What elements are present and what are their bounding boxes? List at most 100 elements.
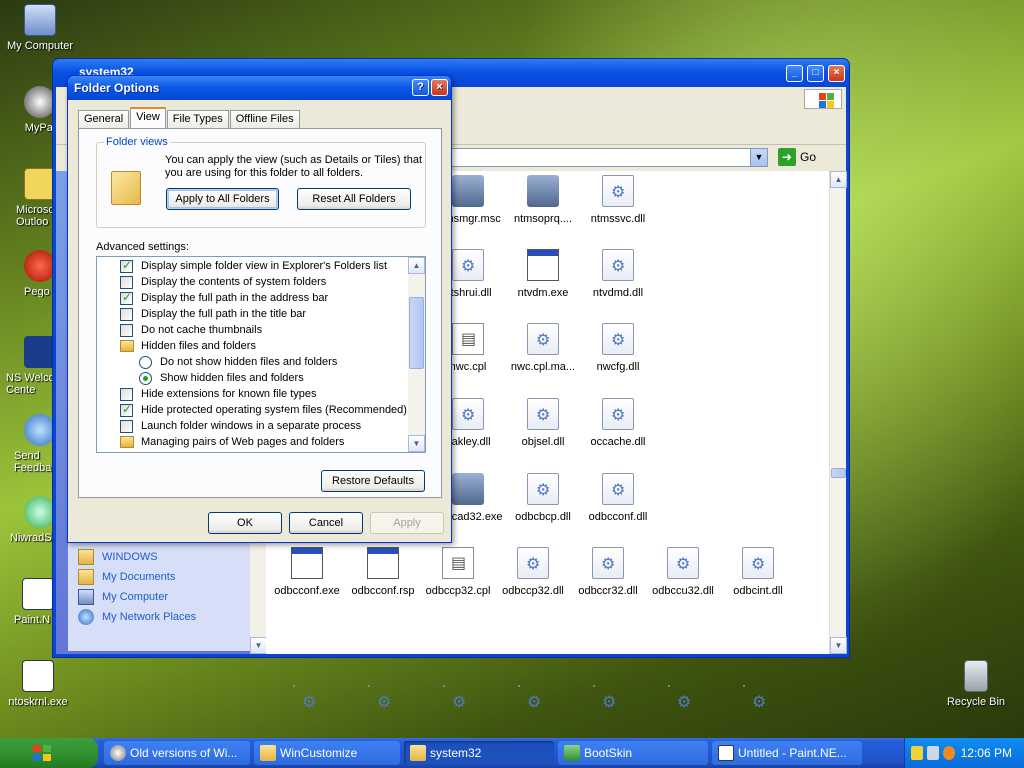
file-item[interactable]: odbccp32.dll (495, 547, 571, 597)
taskbar-item-old-versions[interactable]: Old versions of Wi... (104, 741, 250, 765)
taskbar-item-paint-net[interactable]: Untitled - Paint.NE... (712, 741, 862, 765)
dll-file-icon[interactable] (593, 685, 616, 712)
scroll-thumb[interactable] (831, 468, 846, 478)
ok-button[interactable]: OK (208, 512, 282, 534)
checkbox[interactable] (120, 290, 133, 305)
setting-row[interactable]: Do not show hidden files and folders (97, 354, 407, 370)
radio-button[interactable] (139, 371, 152, 385)
maximize-button[interactable]: □ (807, 65, 824, 82)
tab-general[interactable]: General (78, 110, 130, 128)
file-item[interactable]: objsel.dll (505, 398, 581, 448)
tab-offline-files[interactable]: Offline Files (229, 110, 300, 128)
file-item[interactable]: odbcconf.dll (580, 473, 656, 523)
go-button[interactable]: ➜ Go (778, 148, 840, 167)
setting-row[interactable]: Hide extensions for known file types (97, 386, 407, 402)
setting-row[interactable]: Managing pairs of Web pages and folders (97, 434, 407, 450)
settings-scrollbar[interactable]: ▲ ▼ (408, 257, 425, 452)
other-place-windows[interactable]: WINDOWS (78, 547, 240, 567)
setting-row[interactable]: Display simple folder view in Explorer's… (97, 258, 407, 274)
taskbar-item-wincustomize[interactable]: WinCustomize (254, 741, 400, 765)
tab-view[interactable]: View (130, 107, 166, 128)
file-item[interactable]: odbccu32.dll (645, 547, 721, 597)
folder-views-description: You can apply the view (such as Details … (165, 154, 423, 179)
scroll-down-arrow-icon[interactable]: ▼ (408, 435, 425, 452)
restore-defaults-button[interactable]: Restore Defaults (321, 470, 425, 492)
dll-file-icon[interactable] (668, 685, 691, 712)
cancel-button[interactable]: Cancel (289, 512, 363, 534)
dll-file-icon (602, 473, 634, 505)
other-place-my-network[interactable]: My Network Places (78, 607, 240, 627)
other-place-label: My Computer (102, 591, 169, 603)
file-item[interactable]: odbcint.dll (720, 547, 796, 597)
file-item[interactable]: nwcfg.dll (580, 323, 656, 373)
minimize-button[interactable]: _ (786, 65, 803, 82)
dll-file-icon[interactable] (518, 685, 541, 712)
network-icon[interactable] (927, 746, 939, 760)
tab-file-types[interactable]: File Types (166, 110, 229, 128)
desktop-icon-niwrad[interactable]: NiwradS (10, 496, 56, 544)
checkbox[interactable] (120, 402, 133, 417)
folder-icon (410, 745, 426, 761)
scroll-down-arrow-icon[interactable]: ▼ (830, 637, 847, 654)
dll-file-icon[interactable] (443, 685, 466, 712)
scroll-down-arrow-icon[interactable]: ▼ (250, 637, 267, 654)
checkbox[interactable] (120, 419, 133, 433)
desktop-icon-recycle-bin[interactable]: Recycle Bin (936, 660, 1016, 708)
desktop-icon-welcome[interactable]: NS Welco Cente (6, 336, 56, 396)
scroll-thumb[interactable] (409, 297, 424, 369)
address-input[interactable]: ▼ (434, 148, 768, 167)
setting-row[interactable]: Display the contents of system folders (97, 274, 407, 290)
dll-file-icon[interactable] (293, 685, 316, 712)
desktop-icon-ntoskrnl[interactable]: ntoskrnl.exe (0, 660, 78, 708)
setting-row[interactable]: Launch folder windows in a separate proc… (97, 418, 407, 434)
apply-to-all-folders-button[interactable]: Apply to All Folders (166, 188, 279, 210)
setting-row[interactable]: Hide protected operating system files (R… (97, 402, 407, 418)
file-item[interactable]: ntmsoprq.... (505, 175, 581, 225)
file-item[interactable]: odbccr32.dll (570, 547, 646, 597)
checkbox[interactable] (120, 307, 133, 321)
setting-row[interactable]: Display the full path in the title bar (97, 306, 407, 322)
checkbox[interactable] (120, 258, 133, 273)
setting-row[interactable]: Show hidden files and folders (97, 370, 407, 386)
apply-button[interactable]: Apply (370, 512, 444, 534)
file-item[interactable]: ntvdmd.dll (580, 249, 656, 299)
file-item[interactable]: ntmssvc.dll (580, 175, 656, 225)
radio-button[interactable] (139, 355, 152, 369)
other-place-my-documents[interactable]: My Documents (78, 567, 240, 587)
file-item[interactable]: nwc.cpl.ma... (505, 323, 581, 373)
file-item[interactable]: occache.dll (580, 398, 656, 448)
other-place-my-computer[interactable]: My Computer (78, 587, 240, 607)
file-item[interactable]: odbccp32.cpl (420, 547, 496, 597)
scroll-up-arrow-icon[interactable]: ▲ (830, 171, 847, 188)
dialog-close-button[interactable]: × (431, 79, 448, 96)
desktop-icon-my-computer[interactable]: My Computer (0, 4, 80, 52)
file-item[interactable]: odbcbcp.dll (505, 473, 581, 523)
security-shield-icon[interactable] (911, 746, 923, 760)
close-button[interactable]: × (828, 65, 845, 82)
help-button[interactable]: ? (412, 79, 429, 96)
checkbox[interactable] (120, 275, 133, 289)
taskbar-item-bootskin[interactable]: BootSkin (558, 741, 708, 765)
dll-file-icon[interactable] (743, 685, 766, 712)
reset-all-folders-button[interactable]: Reset All Folders (297, 188, 411, 210)
file-item[interactable]: odbcconf.rsp (345, 547, 421, 597)
advanced-settings-list[interactable]: Display simple folder view in Explorer's… (96, 256, 426, 453)
file-item[interactable]: odbcconf.exe (269, 547, 345, 597)
start-button[interactable] (0, 738, 98, 768)
taskbar-item-system32[interactable]: system32 (404, 741, 554, 765)
checkbox[interactable] (120, 323, 133, 337)
file-list-scrollbar[interactable]: ▲ ▼ (829, 171, 847, 654)
go-arrow-icon: ➜ (778, 148, 796, 166)
dll-file-icon[interactable] (368, 685, 391, 712)
file-item[interactable]: ntvdm.exe (505, 249, 581, 299)
search-icon[interactable] (943, 746, 955, 760)
checkbox[interactable] (120, 387, 133, 401)
desktop-icon-label: Paint.N (14, 614, 51, 626)
scroll-up-arrow-icon[interactable]: ▲ (408, 257, 425, 274)
dialog-titlebar[interactable]: Folder Options ? × (68, 76, 451, 100)
setting-label: Display the contents of system folders (141, 276, 327, 288)
setting-row[interactable]: Display the full path in the address bar (97, 290, 407, 306)
setting-row[interactable]: Do not cache thumbnails (97, 322, 407, 338)
setting-row[interactable]: Hidden files and folders (97, 338, 407, 354)
chevron-down-icon[interactable]: ▼ (750, 149, 767, 166)
